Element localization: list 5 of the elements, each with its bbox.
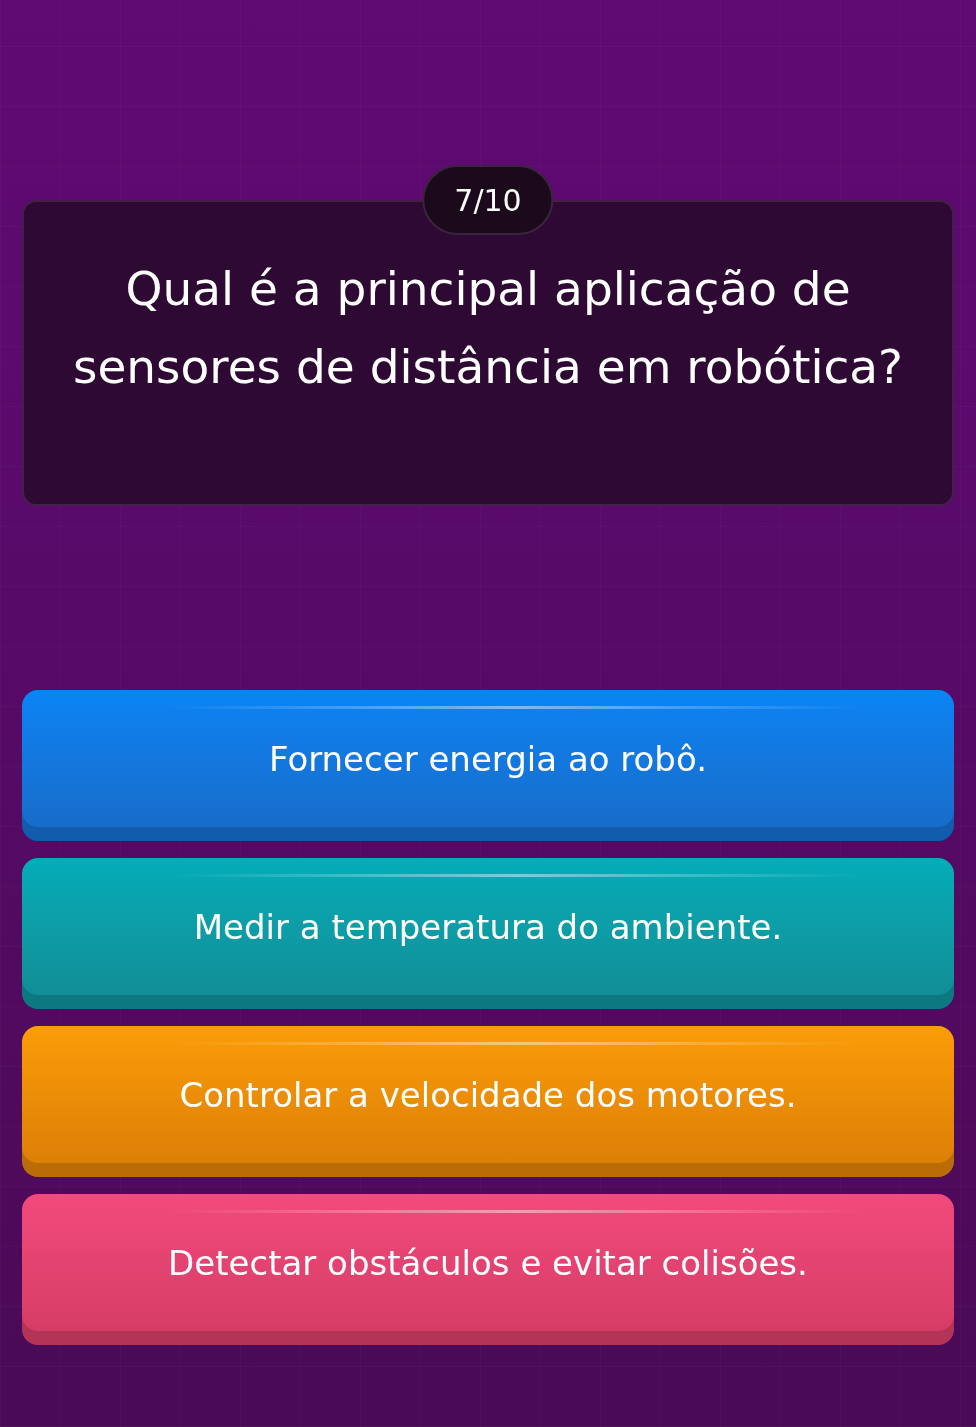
answer-option[interactable]: Medir a temperatura do ambiente.	[22, 858, 954, 1009]
question-counter: 7/10	[422, 165, 554, 235]
answer-option[interactable]: Controlar a velocidade dos motores.	[22, 1026, 954, 1177]
answer-option[interactable]: Fornecer energia ao robô.	[22, 690, 954, 841]
answer-option[interactable]: Detectar obstáculos e evitar colisões.	[22, 1194, 954, 1345]
